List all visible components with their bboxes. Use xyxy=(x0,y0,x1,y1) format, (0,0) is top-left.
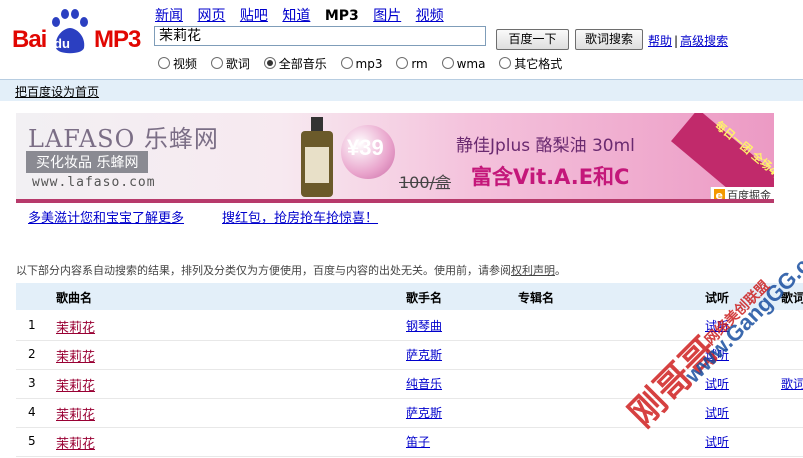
banner-stripe xyxy=(16,199,774,203)
option-label: 其它格式 xyxy=(514,57,563,71)
search-button[interactable]: 百度一下 xyxy=(496,29,569,50)
song-link[interactable]: 茉莉花 xyxy=(56,317,95,336)
help-link[interactable]: 帮助 xyxy=(648,34,672,48)
option-label: 视频 xyxy=(173,57,198,71)
option-rm[interactable]: rm xyxy=(396,57,428,71)
set-homepage-link[interactable]: 把百度设为首页 xyxy=(15,83,99,100)
banner-url: www.lafaso.com xyxy=(32,175,156,190)
banner-product: 静佳Jplus 酪梨油 30ml xyxy=(456,136,635,156)
banner-tagline: 买化妆品 乐蜂网 xyxy=(26,151,149,173)
singer-link[interactable]: 萨克斯 xyxy=(406,404,442,421)
header-singer: 歌手名 xyxy=(406,291,443,305)
nav-news[interactable]: 新闻 xyxy=(155,8,183,24)
banner-feature: 富含Vit.A.E和C xyxy=(471,165,630,189)
option-label: 全部音乐 xyxy=(278,57,327,71)
song-link[interactable]: 茉莉花 xyxy=(56,346,95,365)
nav-tieba[interactable]: 贴吧 xyxy=(240,8,268,24)
row-number: 5 xyxy=(28,434,36,448)
option-wma[interactable]: wma xyxy=(441,57,486,71)
oil-bottle-icon xyxy=(301,117,333,197)
singer-link[interactable]: 纯音乐 xyxy=(406,375,442,392)
radio-icon[interactable] xyxy=(210,57,223,69)
advanced-search-link[interactable]: 高级搜索 xyxy=(680,34,728,48)
homepage-bar: 把百度设为首页 xyxy=(0,79,803,101)
nav-images[interactable]: 图片 xyxy=(373,8,401,24)
logo-mp3: MP3 xyxy=(94,26,141,53)
help-separator: | xyxy=(674,34,679,48)
row-number: 1 xyxy=(28,318,36,332)
logo-du: du xyxy=(54,36,70,51)
baidu-mp3-logo[interactable]: Bai du MP3 xyxy=(10,8,150,56)
row-number: 4 xyxy=(28,405,36,419)
nav-video[interactable]: 视频 xyxy=(416,8,444,24)
format-options: 视频 歌词 全部音乐 mp3 rm wma 其它格式 xyxy=(158,55,572,72)
listen-link[interactable]: 试听 xyxy=(705,433,729,450)
row-number: 3 xyxy=(28,376,36,390)
singer-link[interactable]: 笛子 xyxy=(406,433,430,450)
option-label: rm xyxy=(411,57,428,71)
header-listen: 试听 xyxy=(705,291,730,305)
banner-ad[interactable]: LAFASO 乐蜂网 买化妆品 乐蜂网 www.lafaso.com ¥39 1… xyxy=(16,113,774,203)
radio-icon[interactable] xyxy=(158,57,170,69)
logo-bai: Bai xyxy=(12,26,47,53)
option-mp3[interactable]: mp3 xyxy=(340,57,383,71)
row-number: 2 xyxy=(28,347,36,361)
help-links: 帮助 | 高级搜索 xyxy=(648,32,728,49)
singer-link[interactable]: 萨克斯 xyxy=(406,346,442,363)
song-link[interactable]: 茉莉花 xyxy=(56,404,95,423)
results-table-header: 歌曲名 歌手名 专辑名 试听 歌词 xyxy=(16,283,803,310)
radio-checked-icon[interactable] xyxy=(263,57,276,69)
nav-web[interactable]: 网页 xyxy=(197,8,225,24)
banner-old-price: 100/盒 xyxy=(399,173,451,192)
radio-icon[interactable] xyxy=(441,57,454,69)
nav-zhidao[interactable]: 知道 xyxy=(282,8,310,24)
radio-icon[interactable] xyxy=(499,57,512,69)
option-video[interactable]: 视频 xyxy=(158,55,197,72)
singer-link[interactable]: 钢琴曲 xyxy=(406,317,442,334)
disclaimer-text: 以下部分内容系自动搜索的结果，排列及分类仅为方便使用，百度与内容的出处无关。使用… xyxy=(16,264,511,277)
option-label: wma xyxy=(456,57,486,71)
lyric-link[interactable]: 歌词 xyxy=(781,375,803,392)
header-song: 歌曲名 xyxy=(56,291,93,305)
promo-link-dumex[interactable]: 多美滋计您和宝宝了解更多 xyxy=(28,207,184,226)
disclaimer: 以下部分内容系自动搜索的结果，排列及分类仅为方便使用，百度与内容的出处无关。使用… xyxy=(16,262,566,278)
song-link[interactable]: 茉莉花 xyxy=(56,433,95,452)
promo-link-redpacket[interactable]: 搜红包，抢房抢车抢惊喜！ xyxy=(222,207,378,226)
option-lyric[interactable]: 歌词 xyxy=(210,55,250,72)
table-row: 5 茉莉花 笛子 试听 xyxy=(16,427,803,457)
disclaimer-end: 。 xyxy=(555,264,566,277)
top-nav: 新闻 网页 贴吧 知道 MP3 图片 视频 xyxy=(155,5,454,24)
song-link[interactable]: 茉莉花 xyxy=(56,375,95,394)
option-label: 歌词 xyxy=(225,57,250,71)
listen-link[interactable]: 试听 xyxy=(705,404,729,421)
radio-icon[interactable] xyxy=(340,57,353,69)
option-label: mp3 xyxy=(355,57,383,71)
header-album: 专辑名 xyxy=(518,291,555,305)
option-other[interactable]: 其它格式 xyxy=(499,55,562,72)
radio-icon[interactable] xyxy=(396,57,409,69)
nav-mp3: MP3 xyxy=(324,8,359,24)
lyric-search-button[interactable]: 歌词搜索 xyxy=(575,29,643,50)
banner-price: ¥39 xyxy=(347,135,384,160)
rights-statement-link[interactable]: 权利声明 xyxy=(511,264,555,277)
search-input[interactable]: 茉莉花 xyxy=(154,26,486,46)
banner-brand: LAFASO 乐蜂网 xyxy=(28,125,219,153)
option-all-music[interactable]: 全部音乐 xyxy=(263,55,327,72)
